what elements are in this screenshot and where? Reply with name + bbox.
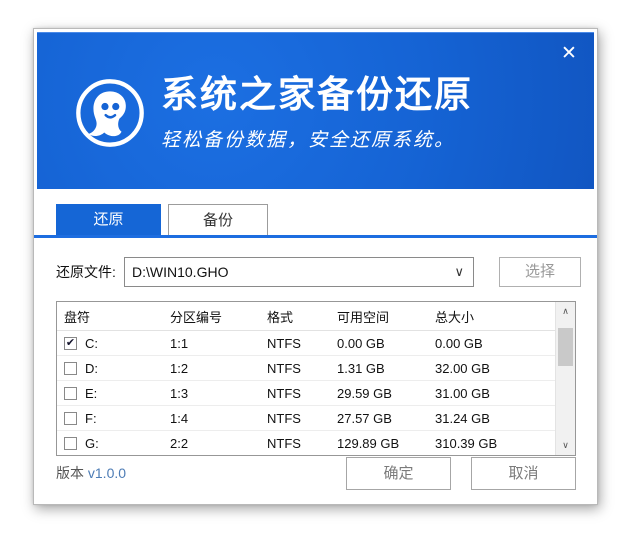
cell-partition: 1:2 [170, 361, 267, 376]
version-label: 版本 [56, 465, 84, 481]
tab-backup[interactable]: 备份 [168, 204, 268, 235]
table-row[interactable]: G: 2:2 NTFS 129.89 GB 310.39 GB [57, 431, 575, 456]
table-scrollbar[interactable]: ∧ ∨ [555, 302, 575, 455]
row-checkbox[interactable]: ✔ [64, 337, 77, 350]
version-number: v1.0.0 [88, 465, 126, 481]
cell-format: NTFS [267, 361, 337, 376]
table-row[interactable]: F: 1:4 NTFS 27.57 GB 31.24 GB [57, 406, 575, 431]
cell-drive: G: [85, 436, 99, 451]
scroll-down-icon[interactable]: ∨ [556, 436, 575, 455]
col-drive: 盘符 [57, 307, 170, 326]
ghost-logo-icon [74, 77, 146, 149]
cell-drive: D: [85, 361, 98, 376]
cancel-button[interactable]: 取消 [471, 457, 576, 490]
ok-button[interactable]: 确定 [346, 457, 451, 490]
tab-underline [34, 235, 597, 238]
cell-free: 129.89 GB [337, 436, 435, 451]
col-free: 可用空间 [337, 307, 435, 326]
row-checkbox[interactable] [64, 362, 77, 375]
cell-free: 27.57 GB [337, 411, 435, 426]
restore-file-label: 还原文件: [56, 257, 116, 287]
cell-partition: 2:2 [170, 436, 267, 451]
close-icon[interactable]: ✕ [556, 41, 582, 67]
row-checkbox[interactable] [64, 437, 77, 450]
cell-format: NTFS [267, 386, 337, 401]
table-row[interactable]: ✔ C: 1:1 NTFS 0.00 GB 0.00 GB [57, 331, 575, 356]
cell-total: 31.24 GB [435, 411, 555, 426]
cell-format: NTFS [267, 436, 337, 451]
table-row[interactable]: D: 1:2 NTFS 1.31 GB 32.00 GB [57, 356, 575, 381]
cell-drive: F: [85, 411, 97, 426]
row-checkbox[interactable] [64, 412, 77, 425]
app-title: 系统之家备份还原 [161, 74, 473, 116]
col-partition: 分区编号 [170, 307, 267, 326]
tab-restore[interactable]: 还原 [56, 204, 161, 235]
cell-total: 31.00 GB [435, 386, 555, 401]
col-format: 格式 [267, 307, 337, 326]
cell-format: NTFS [267, 336, 337, 351]
cell-total: 310.39 GB [435, 436, 555, 451]
cell-partition: 1:3 [170, 386, 267, 401]
partition-table: 盘符 分区编号 格式 可用空间 总大小 ✔ C: 1:1 NTFS 0.00 GB… [56, 301, 576, 456]
table-row[interactable]: E: 1:3 NTFS 29.59 GB 31.00 GB [57, 381, 575, 406]
app-subtitle: 轻松备份数据，安全还原系统。 [161, 125, 473, 152]
cell-total: 0.00 GB [435, 336, 555, 351]
row-checkbox[interactable] [64, 387, 77, 400]
cell-free: 0.00 GB [337, 336, 435, 351]
app-header: 系统之家备份还原 轻松备份数据，安全还原系统。 ✕ [37, 32, 594, 189]
restore-file-combobox[interactable]: D:\WIN10.GHO ∨ [124, 257, 474, 287]
version-text: 版本 v1.0.0 [56, 463, 126, 483]
scrollbar-thumb[interactable] [558, 328, 573, 366]
chevron-down-icon[interactable]: ∨ [454, 258, 464, 286]
cell-free: 1.31 GB [337, 361, 435, 376]
title-block: 系统之家备份还原 轻松备份数据，安全还原系统。 [161, 74, 473, 152]
cell-partition: 1:1 [170, 336, 267, 351]
backup-restore-dialog: 系统之家备份还原 轻松备份数据，安全还原系统。 ✕ 还原 备份 还原文件: D:… [33, 28, 598, 505]
col-total: 总大小 [435, 307, 555, 326]
cell-total: 32.00 GB [435, 361, 555, 376]
scroll-up-icon[interactable]: ∧ [556, 302, 575, 321]
select-file-button[interactable]: 选择 [499, 257, 581, 287]
cell-partition: 1:4 [170, 411, 267, 426]
cell-free: 29.59 GB [337, 386, 435, 401]
table-header-row: 盘符 分区编号 格式 可用空间 总大小 [57, 302, 575, 331]
cell-drive: E: [85, 386, 97, 401]
cell-format: NTFS [267, 411, 337, 426]
restore-file-value: D:\WIN10.GHO [132, 264, 228, 280]
cell-drive: C: [85, 336, 98, 351]
